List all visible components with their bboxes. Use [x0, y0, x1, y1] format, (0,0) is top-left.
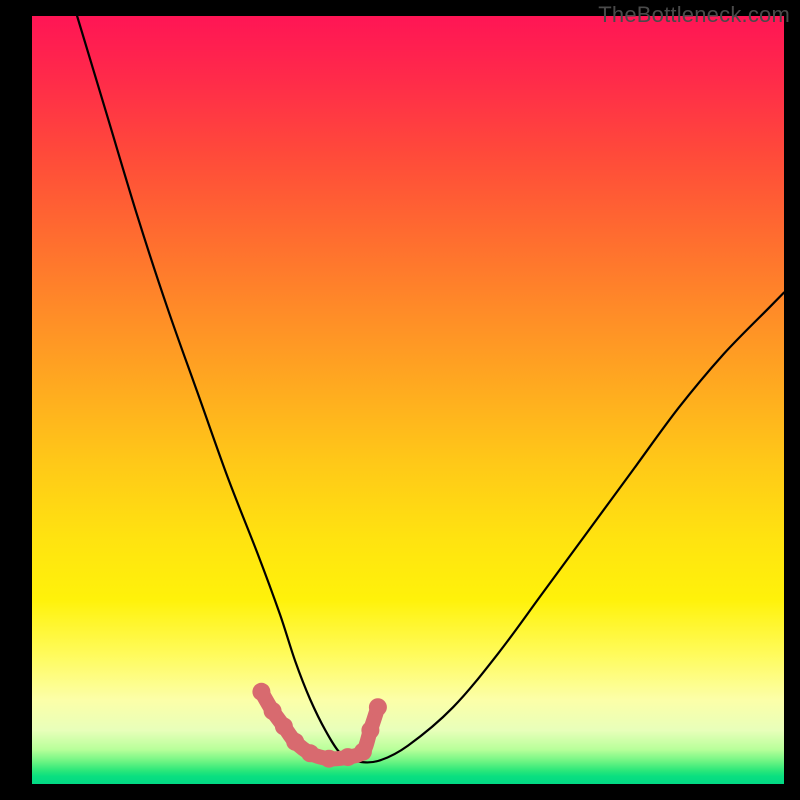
highlight-dot [361, 721, 379, 739]
highlight-dot [354, 743, 372, 761]
highlight-dot [286, 733, 304, 751]
watermark-text: TheBottleneck.com [598, 2, 790, 28]
highlight-dot [301, 744, 319, 762]
chart-frame: TheBottleneck.com [0, 0, 800, 800]
highlight-dot [369, 698, 387, 716]
gradient-plot-background [32, 16, 784, 784]
highlight-dot [252, 683, 270, 701]
highlight-dot [264, 702, 282, 720]
highlight-dot [275, 717, 293, 735]
bottleneck-curve-path [77, 16, 784, 762]
bottleneck-curve-svg [32, 16, 784, 784]
highlight-dot [320, 750, 338, 768]
